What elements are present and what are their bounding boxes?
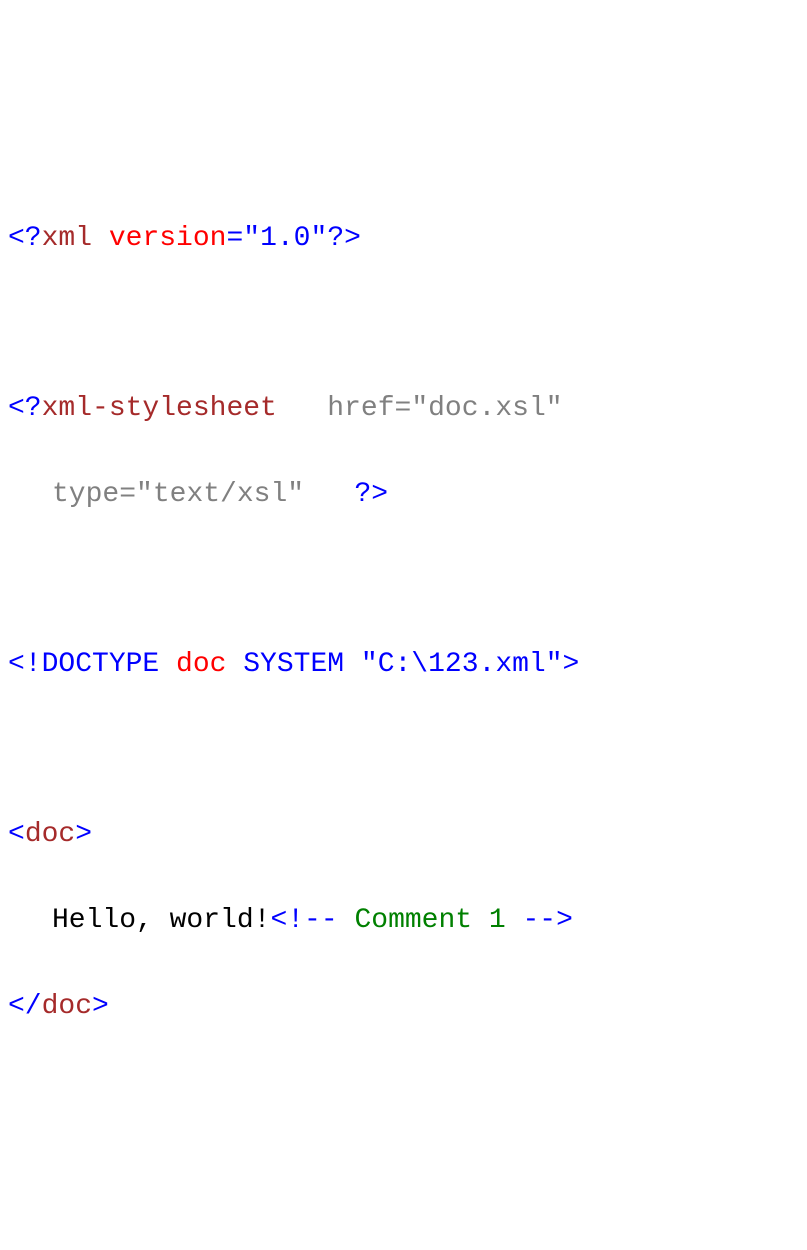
equals: = xyxy=(395,393,412,424)
attr-value: text/xsl xyxy=(153,479,287,510)
xml-stylesheet-pi: <?xml-stylesheet href="doc.xsl" xyxy=(8,388,799,430)
comment-open: <!-- xyxy=(270,905,337,936)
decl-close: > xyxy=(563,649,580,680)
system-keyword: SYSTEM xyxy=(243,649,344,680)
quote: " xyxy=(411,393,428,424)
doc-open-tag: <doc> xyxy=(8,814,799,856)
blank-line xyxy=(8,304,799,346)
attr-value: doc.xsl xyxy=(428,393,546,424)
xml-stylesheet-pi-cont: type="text/xsl" ?> xyxy=(8,474,799,516)
comment-close: --> xyxy=(523,905,573,936)
space xyxy=(344,649,361,680)
attr-name: type xyxy=(52,479,119,510)
tag-open: < xyxy=(8,819,25,850)
text-node: Hello, world! xyxy=(52,905,270,936)
gap xyxy=(277,393,327,424)
doc-close-tag: </doc> xyxy=(8,986,799,1028)
quote: " xyxy=(243,223,260,254)
quote: " xyxy=(136,479,153,510)
pi-target: xml xyxy=(42,223,92,254)
tag-name: doc xyxy=(25,819,75,850)
quote: " xyxy=(287,479,304,510)
decl-open: <! xyxy=(8,649,42,680)
quote: " xyxy=(311,223,328,254)
blank-line xyxy=(8,730,799,772)
code-block: <?xml version="1.0"?> <?xml-stylesheet h… xyxy=(8,176,799,1072)
doctype-declaration: <!DOCTYPE doc SYSTEM "C:\123.xml"> xyxy=(8,644,799,686)
equals: = xyxy=(226,223,243,254)
attr-name: version xyxy=(92,223,226,254)
comment-text: Comment 1 xyxy=(338,905,523,936)
equals: = xyxy=(119,479,136,510)
pi-open: <? xyxy=(8,393,42,424)
tag-name: doc xyxy=(42,991,92,1022)
attr-value: 1.0 xyxy=(260,223,310,254)
tag-close: > xyxy=(75,819,92,850)
quote: " xyxy=(546,393,563,424)
gap xyxy=(304,479,354,510)
pi-close: ?> xyxy=(355,479,389,510)
xml-declaration: <?xml version="1.0"?> xyxy=(8,218,799,260)
doctype-name: doc xyxy=(159,649,243,680)
attr-name: href xyxy=(327,393,394,424)
quote: " xyxy=(361,649,378,680)
doctype-keyword: DOCTYPE xyxy=(42,649,160,680)
doc-content: Hello, world!<!-- Comment 1 --> xyxy=(8,900,799,942)
quote: " xyxy=(546,649,563,680)
pi-open: <? xyxy=(8,223,42,254)
system-id: C:\123.xml xyxy=(378,649,546,680)
tag-open: </ xyxy=(8,991,42,1022)
pi-close: ?> xyxy=(327,223,361,254)
blank-line xyxy=(8,560,799,602)
tag-close: > xyxy=(92,991,109,1022)
pi-target: xml-stylesheet xyxy=(42,393,277,424)
